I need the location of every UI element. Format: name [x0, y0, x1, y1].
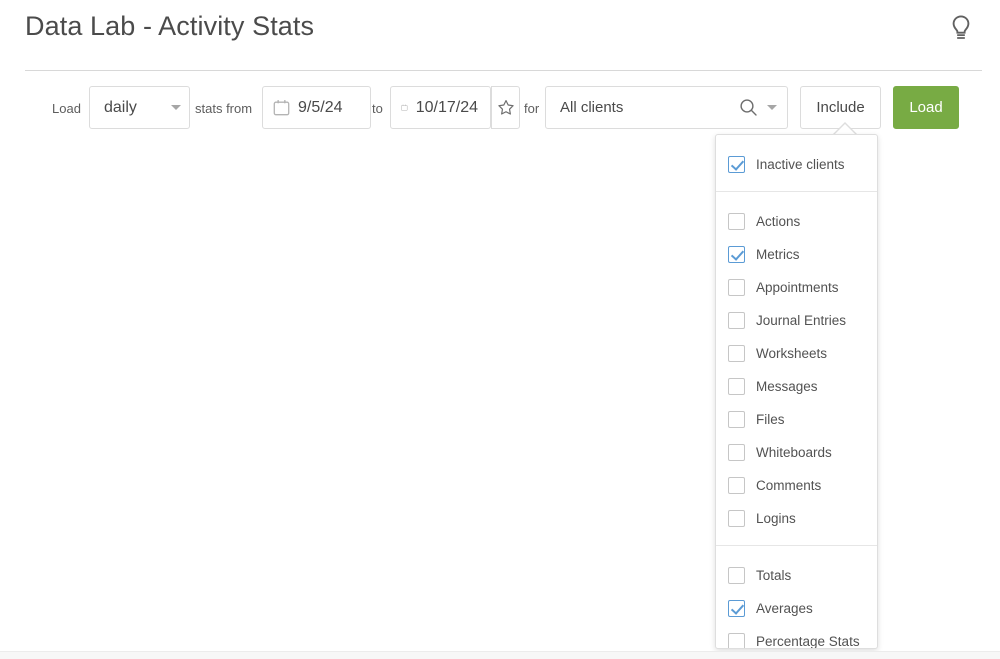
calendar-icon: [273, 100, 290, 116]
include-option-row[interactable]: Whiteboards: [716, 436, 877, 469]
include-option-row[interactable]: Metrics: [716, 238, 877, 271]
label-load: Load: [52, 101, 81, 116]
include-option-label: Totals: [756, 568, 792, 583]
include-option-label: Metrics: [756, 247, 800, 262]
checkbox-unchecked-icon[interactable]: [728, 411, 745, 428]
include-option-row[interactable]: Journal Entries: [716, 304, 877, 337]
star-outline-icon: [497, 99, 514, 115]
label-stats-from: stats from: [195, 101, 253, 116]
include-option-row[interactable]: Logins: [716, 502, 877, 535]
page-header: Data Lab - Activity Stats: [0, 0, 1000, 71]
include-option-row[interactable]: Averages: [716, 592, 877, 625]
chevron-down-icon: [171, 105, 181, 110]
include-option-label: Actions: [756, 214, 801, 229]
include-option-label: Percentage Stats: [756, 634, 860, 649]
checkbox-unchecked-icon[interactable]: [728, 633, 745, 648]
client-search-input[interactable]: All clients: [545, 86, 788, 129]
checkbox-checked-icon[interactable]: [728, 156, 745, 173]
checkbox-unchecked-icon[interactable]: [728, 444, 745, 461]
include-option-label: Appointments: [756, 280, 839, 295]
calendar-icon: [401, 104, 408, 111]
checkbox-unchecked-icon[interactable]: [728, 345, 745, 362]
panel-group: Totals Averages Percentage Stats: [716, 546, 877, 649]
checkbox-unchecked-icon[interactable]: [728, 378, 745, 395]
date-from-field[interactable]: 9/5/24: [262, 86, 371, 129]
include-option-label: Comments: [756, 478, 822, 493]
include-dropdown-panel: Inactive clients Actions Metrics Appointmen…: [715, 134, 878, 649]
include-option-label: Files: [756, 412, 785, 427]
checkbox-checked-icon[interactable]: [728, 600, 745, 617]
client-search-icons: [739, 98, 777, 117]
label-to: to: [372, 101, 383, 116]
include-option-row[interactable]: Actions: [716, 205, 877, 238]
page-title: Data Lab - Activity Stats: [25, 11, 315, 41]
favorite-range-button[interactable]: [491, 86, 520, 129]
date-from-value: 9/5/24: [298, 98, 343, 116]
panel-group: Inactive clients: [716, 135, 877, 191]
include-option-row[interactable]: Worksheets: [716, 337, 877, 370]
include-option-row[interactable]: Comments: [716, 469, 877, 502]
client-search-value: All clients: [560, 99, 624, 116]
period-select-value: daily: [104, 98, 137, 116]
app-page: Data Lab - Activity Stats Load daily sta…: [0, 0, 1000, 659]
include-option-label: Whiteboards: [756, 445, 832, 460]
include-option-label: Averages: [756, 601, 813, 616]
include-option-label: Worksheets: [756, 346, 828, 361]
period-select[interactable]: daily: [89, 86, 190, 129]
checkbox-unchecked-icon[interactable]: [728, 567, 745, 584]
include-option-label: Logins: [756, 511, 796, 526]
panel-group: Actions Metrics Appointments Journal Entrie…: [716, 192, 877, 545]
include-option-label: Inactive clients: [756, 157, 845, 172]
include-option-row[interactable]: Percentage Stats: [716, 625, 877, 649]
include-option-row[interactable]: Appointments: [716, 271, 877, 304]
include-option-row[interactable]: Totals: [716, 559, 877, 592]
label-for: for: [524, 101, 540, 116]
checkbox-unchecked-icon[interactable]: [728, 477, 745, 494]
bottom-strip: [0, 651, 1000, 659]
checkbox-unchecked-icon[interactable]: [728, 279, 745, 296]
header-divider: [25, 70, 982, 71]
date-to-value: 10/17/24: [415, 98, 478, 116]
include-option-label: Messages: [756, 379, 818, 394]
date-to-field[interactable]: 10/17/24: [390, 86, 491, 129]
lightbulb-icon[interactable]: [939, 6, 983, 50]
load-button[interactable]: Load: [893, 86, 959, 129]
include-option-row[interactable]: Files: [716, 403, 877, 436]
checkbox-unchecked-icon[interactable]: [728, 312, 745, 329]
include-option-label: Journal Entries: [756, 313, 847, 328]
include-option-row[interactable]: Messages: [716, 370, 877, 403]
chevron-down-icon[interactable]: [767, 105, 777, 110]
lightbulb-glyph: [952, 15, 970, 39]
search-icon[interactable]: [739, 98, 758, 117]
checkbox-unchecked-icon[interactable]: [728, 213, 745, 230]
include-option-row[interactable]: Inactive clients: [716, 148, 877, 181]
checkbox-unchecked-icon[interactable]: [728, 510, 745, 527]
checkbox-checked-icon[interactable]: [728, 246, 745, 263]
